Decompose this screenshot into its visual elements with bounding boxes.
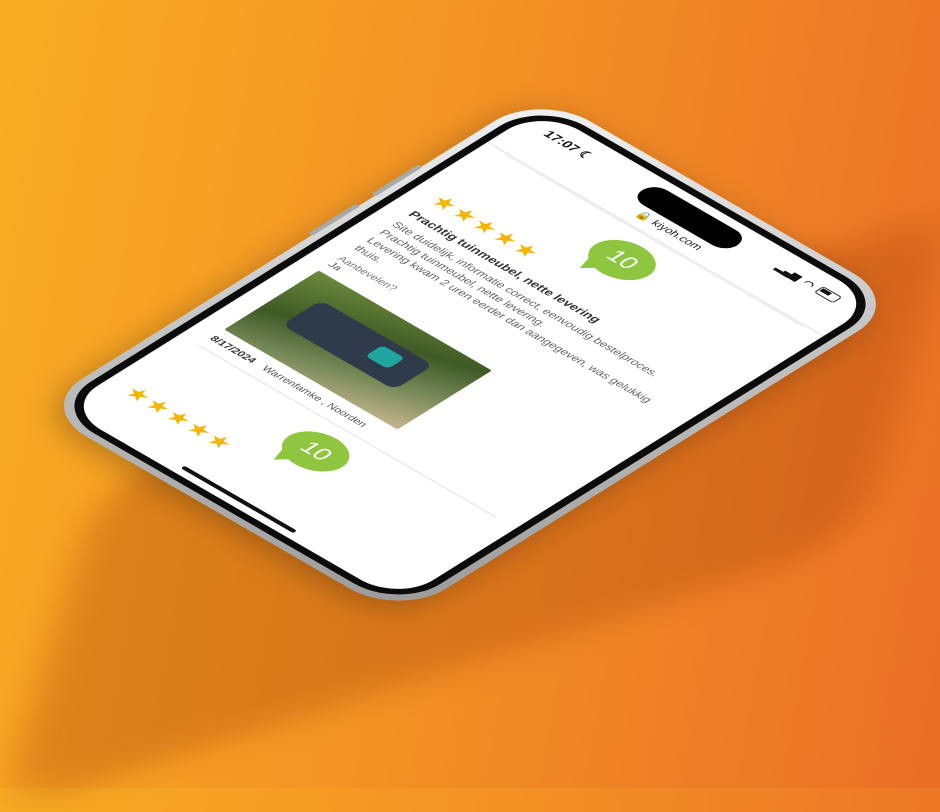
battery-icon xyxy=(813,286,843,304)
wifi-icon: ◠ xyxy=(799,278,818,290)
signal-icon: ▂▄▆ xyxy=(773,263,805,282)
